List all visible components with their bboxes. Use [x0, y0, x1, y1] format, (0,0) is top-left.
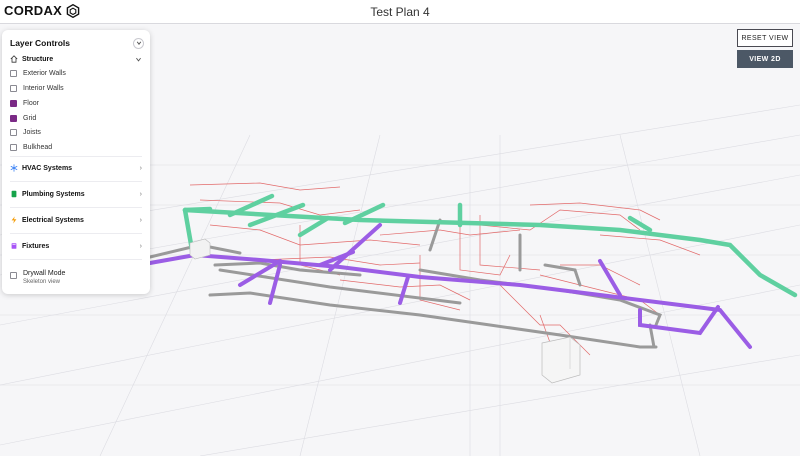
checkbox-grid[interactable]: [10, 114, 17, 122]
fixture-box-left: [189, 238, 211, 260]
section-structure[interactable]: Structure: [10, 52, 142, 66]
section-label-plumbing: Plumbing Systems: [22, 190, 85, 198]
section-label-fixtures: Fixtures: [22, 242, 50, 250]
layer-item-bulkhead[interactable]: Bulkhead: [10, 141, 52, 153]
section-label-electrical: Electrical Systems: [22, 216, 84, 224]
checkbox-joists[interactable]: [10, 128, 17, 136]
snowflake-icon: [10, 164, 18, 172]
home-icon: [10, 55, 18, 63]
drywall-mode-sublabel: Skeleton view: [23, 279, 61, 285]
divider: [10, 181, 142, 182]
reset-view-button[interactable]: RESET VIEW: [737, 29, 793, 47]
checkbox-bulkhead[interactable]: [10, 143, 17, 151]
checkbox-drywall-mode[interactable]: [10, 272, 17, 279]
divider: [10, 207, 142, 208]
section-hvac[interactable]: HVAC Systems ›: [10, 161, 142, 175]
drywall-mode-label: Drywall Mode: [23, 270, 66, 277]
chevron-right-icon: ›: [139, 242, 142, 250]
fixture-box-right: [541, 336, 581, 384]
checkbox-floor[interactable]: [10, 99, 17, 107]
layer-controls-panel: Layer Controls Structure Exterior Walls …: [2, 30, 150, 294]
chevron-down-icon: [136, 41, 141, 45]
checkbox-interior-walls[interactable]: [10, 84, 17, 92]
layer-item-exterior-walls[interactable]: Exterior Walls: [10, 67, 66, 79]
chevron-right-icon: ›: [139, 164, 142, 172]
layer-label: Bulkhead: [23, 143, 53, 151]
divider: [10, 156, 142, 157]
section-plumbing[interactable]: Plumbing Systems ›: [10, 187, 142, 201]
layer-item-interior-walls[interactable]: Interior Walls: [10, 82, 64, 94]
chevron-right-icon: ›: [139, 190, 142, 198]
layer-label: Floor: [23, 99, 39, 107]
layer-label: Interior Walls: [23, 84, 64, 92]
layer-label: Exterior Walls: [23, 69, 66, 77]
top-bar: CORDAX Test Plan 4: [0, 0, 800, 24]
chevron-down-icon: [136, 57, 141, 62]
layer-label: Grid: [23, 114, 37, 122]
section-fixtures[interactable]: Fixtures ›: [10, 239, 142, 253]
checkbox-exterior-walls[interactable]: [10, 69, 17, 77]
lightning-icon: [11, 216, 17, 224]
fixture-icon: [11, 243, 17, 249]
layer-item-grid[interactable]: Grid: [10, 112, 36, 124]
chevron-right-icon: ›: [139, 216, 142, 224]
layer-label: Joists: [23, 128, 41, 136]
plumbing-pipes: [148, 223, 752, 349]
drywall-mode-toggle[interactable]: Drywall Mode Skeleton view: [10, 270, 65, 285]
section-label-hvac: HVAC Systems: [22, 164, 73, 172]
view-2d-button[interactable]: VIEW 2D: [737, 50, 793, 68]
page-title: Test Plan 4: [370, 5, 430, 19]
pipe-icon: [11, 190, 17, 198]
divider: [10, 259, 142, 260]
section-electrical[interactable]: Electrical Systems ›: [10, 213, 142, 227]
panel-title: Layer Controls: [10, 38, 70, 48]
layer-item-joists[interactable]: Joists: [10, 126, 41, 138]
panel-header: Layer Controls: [10, 36, 144, 50]
collapse-panel-button[interactable]: [133, 37, 144, 49]
section-label-structure: Structure: [22, 55, 54, 63]
layer-item-floor[interactable]: Floor: [10, 97, 39, 109]
divider: [10, 233, 142, 234]
